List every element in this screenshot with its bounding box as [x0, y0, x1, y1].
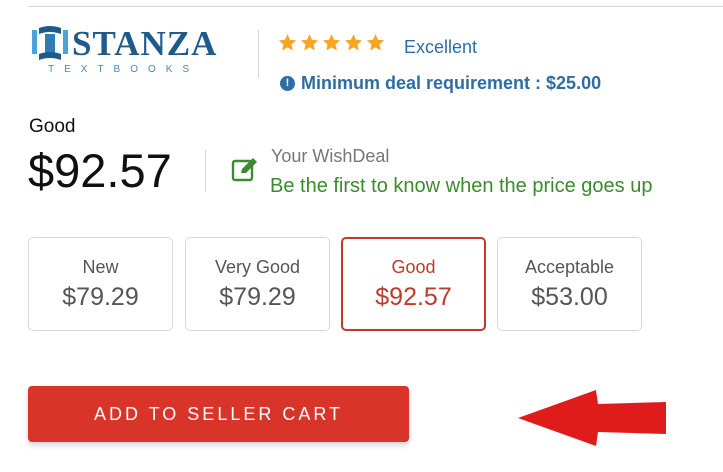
add-to-seller-cart-button[interactable]: ADD TO SELLER CART — [28, 386, 409, 442]
condition-name: New — [82, 257, 119, 277]
minimum-deal-notice: ! Minimum deal requirement : $25.00 — [280, 72, 601, 94]
condition-price: $53.00 — [531, 283, 608, 311]
condition-option-new[interactable]: New $79.29 — [28, 237, 173, 331]
star-icon — [322, 34, 341, 51]
seller-rating-stars — [278, 33, 385, 55]
seller-logo[interactable]: STANZA TEXTBOOKS — [30, 24, 235, 80]
price-divider — [205, 150, 206, 192]
wishdeal-title: Your WishDeal — [271, 146, 390, 166]
logo-tagline: TEXTBOOKS — [48, 64, 200, 75]
condition-price: $79.29 — [219, 283, 296, 311]
star-icon — [300, 34, 319, 51]
current-price: $92.57 — [28, 144, 172, 197]
condition-option-good[interactable]: Good $92.57 — [341, 237, 486, 331]
condition-option-acceptable[interactable]: Acceptable $53.00 — [497, 237, 642, 331]
condition-price: $92.57 — [375, 283, 452, 311]
star-icon — [366, 34, 385, 51]
edit-note-icon[interactable] — [231, 156, 259, 182]
left-arrow-icon — [518, 390, 666, 446]
selected-condition-label: Good — [29, 116, 76, 137]
logo-wordmark: STANZA — [72, 24, 218, 63]
condition-option-very-good[interactable]: Very Good $79.29 — [185, 237, 330, 331]
seller-rating-label[interactable]: Excellent — [404, 36, 477, 58]
info-circle-icon: ! — [280, 75, 295, 91]
minimum-deal-text: Minimum deal requirement : $25.00 — [301, 73, 602, 93]
condition-price: $79.29 — [62, 283, 139, 311]
header-divider — [258, 30, 259, 78]
condition-name: Very Good — [214, 257, 301, 277]
condition-name: Good — [391, 257, 436, 277]
star-icon — [278, 34, 297, 51]
condition-name: Acceptable — [524, 257, 615, 277]
star-icon — [344, 34, 363, 51]
top-divider — [28, 6, 723, 7]
wishdeal-link[interactable]: Be the first to know when the price goes… — [270, 174, 652, 198]
book-column-icon — [32, 26, 68, 60]
